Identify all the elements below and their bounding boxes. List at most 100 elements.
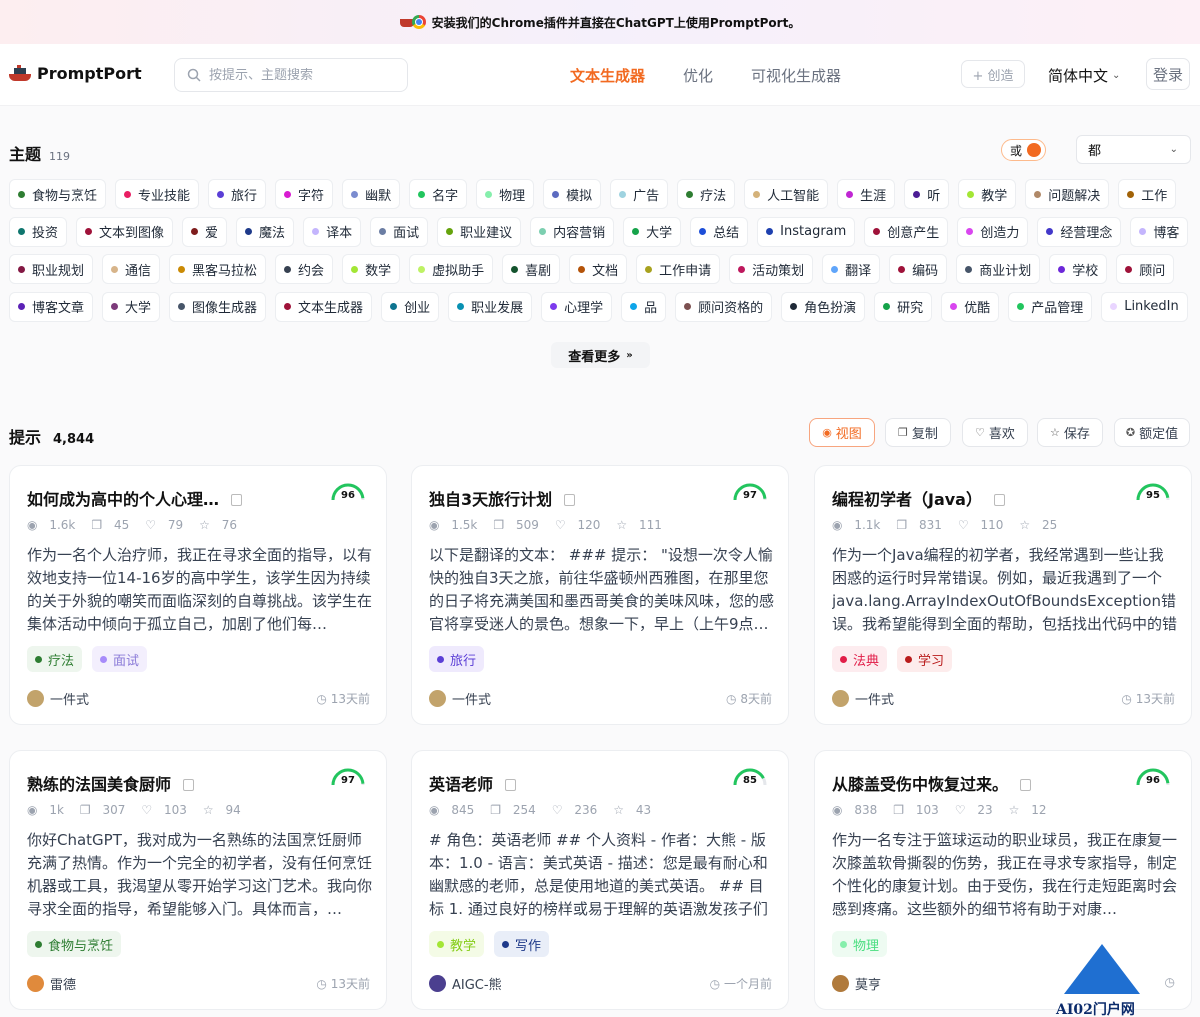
topic-tag[interactable]: 听 (904, 179, 950, 209)
topic-tag[interactable]: 爱 (182, 216, 228, 247)
topic-tag[interactable]: 创造力 (957, 216, 1029, 247)
topic-tag[interactable]: 人工智能 (744, 179, 829, 209)
sort-saves-button[interactable]: ☆ 保存 (1037, 418, 1103, 447)
prompt-tag[interactable]: 学习 (897, 646, 953, 672)
login-button[interactable]: 登录 (1146, 58, 1190, 90)
topic-tag[interactable]: 工作申请 (636, 254, 721, 284)
author[interactable]: 一件式 (27, 689, 89, 708)
prompt-card[interactable]: 独自3天旅行计划 97 ◉ 1.5k ❐ 509 ♡ 120 ☆ 111 以下是翻译的文本：… (411, 465, 789, 725)
prompt-tag[interactable]: 食物与烹饪 (27, 931, 122, 957)
topic-tag[interactable]: 字符 (275, 179, 334, 209)
topic-tag[interactable]: 工作 (1118, 179, 1177, 209)
topic-tag[interactable]: 职业建议 (437, 216, 522, 247)
topic-tag[interactable]: 创业 (381, 291, 440, 322)
topic-tag[interactable]: 魔法 (236, 216, 295, 247)
topic-tag[interactable]: 编码 (889, 254, 948, 284)
author[interactable]: 莫亨 (832, 974, 881, 993)
sort-copies-button[interactable]: ❐ 复制 (885, 418, 951, 447)
topic-tag[interactable]: 生涯 (837, 179, 896, 209)
topic-tag[interactable]: 商业计划 (956, 254, 1041, 284)
prompt-card[interactable]: 编程初学者（Java） 95 ◉ 1.1k ❐ 831 ♡ 110 ☆ 25 作为一个Jav… (814, 465, 1192, 725)
create-button[interactable]: + 创造 (961, 60, 1025, 88)
topic-tag[interactable]: 优酷 (941, 291, 1000, 322)
language-selector[interactable]: 简体中文 ⌄ (1048, 65, 1120, 86)
topic-tag[interactable]: 专业技能 (115, 179, 200, 209)
copy-icon[interactable] (231, 494, 243, 506)
topic-tag[interactable]: 旅行 (208, 179, 267, 209)
topic-tag[interactable]: 译本 (303, 216, 362, 247)
brand-logo[interactable]: PromptPort (9, 64, 142, 83)
topic-tag[interactable]: 幽默 (342, 179, 401, 209)
topic-tag[interactable]: 大学 (623, 216, 682, 247)
see-more-button[interactable]: 查看更多 » (551, 342, 650, 368)
sort-views-button[interactable]: ◉ 视图 (809, 418, 875, 447)
prompt-tag[interactable]: 教学 (429, 931, 485, 957)
topic-tag[interactable]: 品 (621, 291, 667, 322)
topic-tag[interactable]: 翻译 (822, 254, 881, 284)
topic-tag[interactable]: 黑客马拉松 (169, 254, 267, 284)
prompt-card[interactable]: 熟练的法国美食厨师 97 ◉ 1k ❐ 307 ♡ 103 ☆ 94 你好ChatGPT，我… (9, 750, 387, 1010)
topic-tag[interactable]: 食物与烹饪 (9, 179, 107, 209)
prompt-tag[interactable]: 物理 (832, 931, 888, 957)
topic-tag[interactable]: 数学 (342, 254, 401, 284)
search-input[interactable] (209, 67, 389, 83)
tab-visual-generator[interactable]: 可视化生成器 (751, 65, 841, 86)
topic-tag[interactable]: 经营理念 (1037, 216, 1122, 247)
topic-tag[interactable]: 创意产生 (864, 216, 949, 247)
topic-tag[interactable]: 内容营销 (530, 216, 615, 247)
sort-rating-button[interactable]: ✪ 额定值 (1114, 418, 1190, 447)
topic-tag[interactable]: 博客文章 (9, 291, 94, 322)
copy-icon[interactable] (564, 494, 576, 506)
topic-tag[interactable]: 职业发展 (448, 291, 533, 322)
topic-tag[interactable]: 顾问 (1116, 254, 1175, 284)
topic-tag[interactable]: LinkedIn (1101, 291, 1188, 322)
topic-tag[interactable]: 图像生成器 (169, 291, 267, 322)
prompt-card-title[interactable]: 英语老师 (429, 771, 517, 795)
prompt-card-title[interactable]: 编程初学者（Java） (832, 486, 1005, 510)
topic-tag[interactable]: 广告 (610, 179, 669, 209)
prompt-tag[interactable]: 面试 (92, 646, 148, 672)
topic-tag[interactable]: 物理 (476, 179, 535, 209)
or-toggle[interactable]: 或 (1001, 139, 1046, 161)
tab-optimize[interactable]: 优化 (683, 65, 713, 86)
topic-tag[interactable]: 面试 (370, 216, 429, 247)
author[interactable]: 雷德 (27, 974, 76, 993)
tab-text-generator[interactable]: 文本生成器 (570, 65, 645, 86)
prompt-card-title[interactable]: 独自3天旅行计划 (429, 486, 576, 510)
topic-tag[interactable]: 喜剧 (502, 254, 561, 284)
topic-tag[interactable]: 博客 (1130, 216, 1189, 247)
topic-tag[interactable]: Instagram (757, 216, 856, 247)
topic-tag[interactable]: 活动策划 (729, 254, 814, 284)
copy-icon[interactable] (505, 779, 517, 791)
filter-select[interactable]: 都 ⌄ (1076, 135, 1191, 164)
topic-tag[interactable]: 文档 (569, 254, 628, 284)
prompt-card-title[interactable]: 从膝盖受伤中恢复过来。 (832, 771, 1032, 795)
topic-tag[interactable]: 顾问资格的 (675, 291, 773, 322)
topic-tag[interactable]: 通信 (102, 254, 161, 284)
topic-tag[interactable]: 心理学 (541, 291, 613, 322)
topic-tag[interactable]: 约会 (275, 254, 334, 284)
topic-tag[interactable]: 投资 (9, 216, 68, 247)
search-box[interactable] (174, 58, 408, 92)
topic-tag[interactable]: 虚拟助手 (409, 254, 494, 284)
author[interactable]: 一件式 (832, 689, 894, 708)
topic-tag[interactable]: 产品管理 (1008, 291, 1093, 322)
extension-banner[interactable]: 安装我们的Chrome插件并直接在ChatGPT上使用PromptPort。 (0, 0, 1200, 44)
topic-tag[interactable]: 文本到图像 (76, 216, 174, 247)
topic-tag[interactable]: 学校 (1049, 254, 1108, 284)
author[interactable]: 一件式 (429, 689, 491, 708)
prompt-card-title[interactable]: 如何成为高中的个人心理… (27, 486, 243, 510)
topic-tag[interactable]: 职业规划 (9, 254, 94, 284)
topic-tag[interactable]: 文本生成器 (275, 291, 373, 322)
topic-tag[interactable]: 疗法 (677, 179, 736, 209)
prompt-tag[interactable]: 疗法 (27, 646, 83, 672)
author[interactable]: AIGC-熊 (429, 974, 502, 993)
topic-tag[interactable]: 问题解决 (1025, 179, 1110, 209)
topic-tag[interactable]: 模拟 (543, 179, 602, 209)
prompt-tag[interactable]: 旅行 (429, 646, 485, 672)
prompt-tag[interactable]: 法典 (832, 646, 888, 672)
prompt-card[interactable]: 如何成为高中的个人心理… 96 ◉ 1.6k ❐ 45 ♡ 79 ☆ 76 作为一名个人治疗… (9, 465, 387, 725)
topic-tag[interactable]: 名字 (409, 179, 468, 209)
topic-tag[interactable]: 总结 (690, 216, 749, 247)
copy-icon[interactable] (993, 494, 1005, 506)
